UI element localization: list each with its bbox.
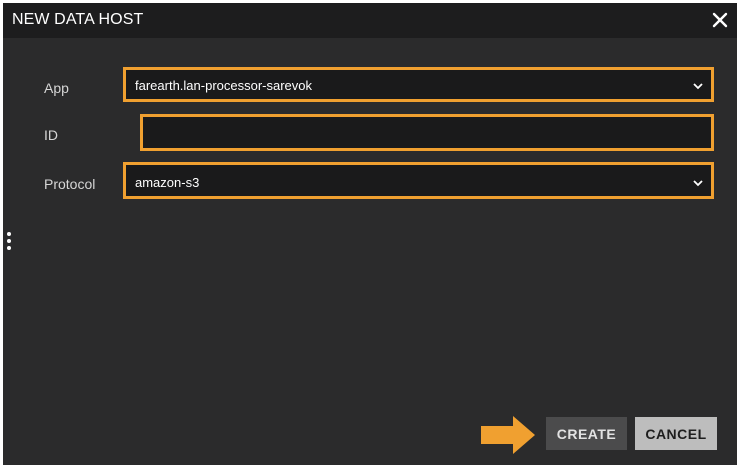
app-label: App bbox=[44, 80, 69, 96]
protocol-select[interactable]: amazon-s3 bbox=[123, 162, 714, 199]
cancel-button[interactable]: CANCEL bbox=[635, 417, 717, 450]
id-label: ID bbox=[44, 127, 58, 143]
dialog-title: NEW DATA HOST bbox=[12, 11, 144, 28]
app-select-value: farearth.lan-processor-sarevok bbox=[135, 78, 313, 93]
new-data-host-dialog: NEW DATA HOST App farearth.lan-processor… bbox=[0, 0, 740, 470]
protocol-label: Protocol bbox=[44, 176, 96, 192]
app-select[interactable]: farearth.lan-processor-sarevok bbox=[123, 67, 714, 102]
protocol-select-value: amazon-s3 bbox=[135, 175, 200, 190]
create-button[interactable]: CREATE bbox=[546, 417, 627, 450]
arrow-right-icon bbox=[481, 416, 535, 454]
dialog-titlebar: NEW DATA HOST bbox=[3, 3, 737, 38]
chevron-down-icon bbox=[693, 180, 703, 187]
close-icon[interactable] bbox=[709, 9, 731, 31]
id-input[interactable] bbox=[140, 114, 714, 151]
more-vertical-icon[interactable] bbox=[6, 232, 12, 254]
chevron-down-icon bbox=[693, 83, 703, 90]
